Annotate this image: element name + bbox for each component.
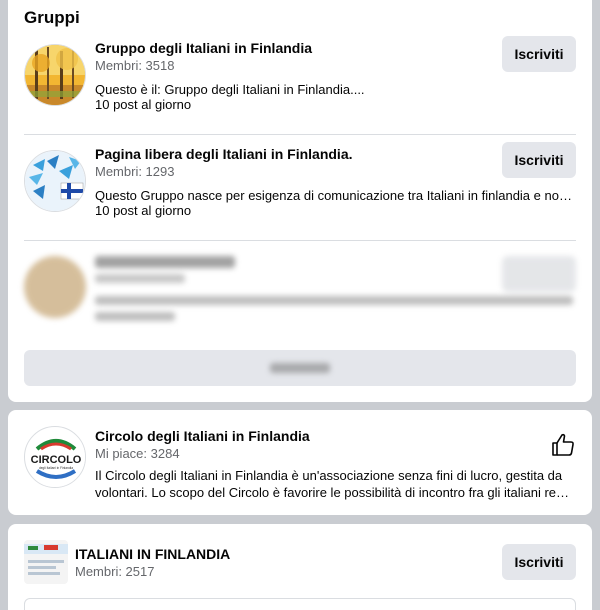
blurred-meta xyxy=(95,274,185,283)
group-activity: 10 post al giorno xyxy=(95,203,192,218)
page-name[interactable]: Circolo degli Italiani in Finlandia xyxy=(95,428,310,444)
content-box xyxy=(24,598,576,610)
group-thumbnail[interactable] xyxy=(24,540,68,584)
group-description: Questo Gruppo nasce per esigenza di comu… xyxy=(95,188,575,203)
group-avatar xyxy=(24,256,86,318)
join-button[interactable]: Iscriviti xyxy=(502,36,576,72)
blurred-line xyxy=(95,296,573,305)
group-activity: 10 post al giorno xyxy=(95,97,192,112)
logo-subtext: degli Italiani in Finlandia xyxy=(39,466,73,470)
butterflies-finland-flag xyxy=(25,151,85,211)
group-banner-image xyxy=(24,540,68,584)
group-members: Membri: 1293 xyxy=(95,164,175,179)
divider xyxy=(24,134,576,135)
group-members: Membri: 3518 xyxy=(95,58,175,73)
group-description: Questo è il: Gruppo degli Italiani in Fi… xyxy=(95,82,365,97)
join-button[interactable]: Iscriviti xyxy=(502,142,576,178)
page-description: Il Circolo degli Italiani in Finlandia è… xyxy=(95,468,563,483)
autumn-forest-photo xyxy=(25,45,85,105)
group-name[interactable]: ITALIANI IN FINLANDIA xyxy=(75,546,230,562)
join-button[interactable]: Iscriviti xyxy=(502,544,576,580)
group-card: ITALIANI IN FINLANDIA Membri: 2517 Iscri… xyxy=(8,524,592,610)
blurred-button xyxy=(502,256,576,292)
page-card: CIRCOLO degli Italiani in Finlandia Circ… xyxy=(8,410,592,515)
blurred-title xyxy=(95,256,235,268)
group-name[interactable]: Pagina libera degli Italiani in Finlandi… xyxy=(95,146,353,162)
thumbs-up-icon[interactable] xyxy=(550,432,576,458)
blurred-see-all-text xyxy=(270,363,330,373)
page-likes: Mi piace: 3284 xyxy=(95,446,180,461)
group-avatar[interactable] xyxy=(24,44,86,106)
blurred-line xyxy=(95,312,175,321)
group-members: Membri: 2517 xyxy=(75,564,155,579)
group-name[interactable]: Gruppo degli Italiani in Finlandia xyxy=(95,40,312,56)
page-logo[interactable]: CIRCOLO degli Italiani in Finlandia xyxy=(24,426,86,488)
page-description: volontari. Lo scopo del Circolo è favori… xyxy=(95,485,575,500)
circolo-logo: CIRCOLO degli Italiani in Finlandia xyxy=(26,428,85,487)
section-title: Gruppi xyxy=(24,8,80,27)
groups-card: Gruppi Gruppo degli Italiani in Finlandi… xyxy=(8,0,592,402)
see-all-button[interactable] xyxy=(24,350,576,386)
group-avatar[interactable] xyxy=(24,150,86,212)
divider xyxy=(24,240,576,241)
logo-text: CIRCOLO xyxy=(31,454,82,466)
